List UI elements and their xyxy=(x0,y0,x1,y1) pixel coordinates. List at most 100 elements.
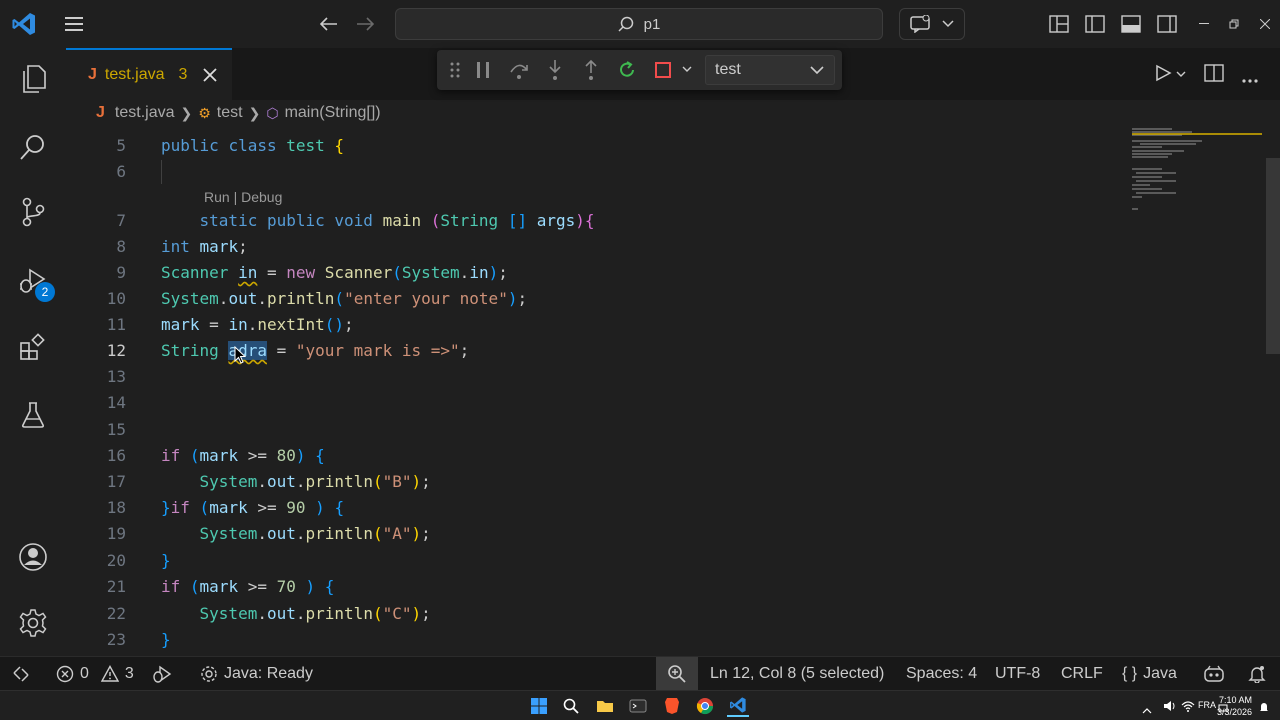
chrome-browser-icon[interactable] xyxy=(694,695,716,717)
stop-icon[interactable] xyxy=(651,58,675,82)
chevron-up-icon[interactable] xyxy=(1142,701,1152,719)
manage-gear-icon[interactable] xyxy=(14,604,52,642)
terminal-app-icon[interactable] xyxy=(627,695,649,717)
toggle-panel-icon[interactable] xyxy=(1120,13,1142,35)
line-number: 20 xyxy=(106,551,126,570)
forward-arrow-icon[interactable] xyxy=(353,12,377,36)
run-dropdown-chevron-icon[interactable] xyxy=(1176,66,1186,84)
clock-time: 7:10 AM xyxy=(1218,695,1252,705)
line-number: 16 xyxy=(106,446,126,465)
code-line-23: } xyxy=(161,630,171,649)
notifications-bell-icon[interactable] xyxy=(1248,657,1266,691)
minimap-line xyxy=(1132,176,1162,178)
explorer-icon[interactable] xyxy=(14,60,52,98)
stop-dropdown-chevron-icon[interactable] xyxy=(675,58,699,82)
taskbar-search-icon[interactable] xyxy=(560,695,582,717)
toggle-secondary-sidebar-icon[interactable] xyxy=(1156,13,1178,35)
line-number: 11 xyxy=(106,315,126,334)
tab-test-java[interactable]: J test.java 3 xyxy=(66,48,232,100)
line-number: 22 xyxy=(106,604,126,623)
close-tab-icon[interactable] xyxy=(203,68,218,82)
debug-console-icon[interactable] xyxy=(152,657,172,691)
line-number: 15 xyxy=(106,420,126,439)
more-actions-icon[interactable] xyxy=(1242,70,1258,88)
line-number: 23 xyxy=(106,630,126,649)
java-status[interactable]: Java: Ready xyxy=(200,657,313,691)
minimap-line xyxy=(1140,143,1196,145)
drag-handle-icon[interactable] xyxy=(443,58,467,82)
minimap-line xyxy=(1132,146,1162,148)
minimap[interactable] xyxy=(1132,128,1262,228)
line-endings[interactable]: CRLF xyxy=(1061,657,1103,691)
copilot-icon[interactable] xyxy=(1203,657,1225,691)
system-clock[interactable]: 7:10 AM 3/3/2026 xyxy=(1217,694,1252,718)
testing-flask-icon[interactable] xyxy=(14,396,52,434)
code-line-22: System.out.println("C"); xyxy=(199,604,431,623)
cursor-position[interactable]: Ln 12, Col 8 (5 selected) xyxy=(710,657,884,691)
volume-icon[interactable] xyxy=(1163,699,1177,717)
step-over-icon[interactable] xyxy=(507,58,531,82)
code-editor[interactable]: 5 6 7 8 9 10 11 12 13 14 15 16 17 18 19 20 21 22 23 public… xyxy=(66,128,1280,656)
breadcrumb-class[interactable]: test xyxy=(217,104,243,122)
chevron-right-icon: ❯ xyxy=(248,104,261,121)
pause-icon[interactable] xyxy=(471,58,495,82)
source-control-icon[interactable] xyxy=(14,193,52,231)
minimize-icon[interactable] xyxy=(1194,14,1214,34)
close-window-icon[interactable] xyxy=(1255,14,1275,34)
indentation[interactable]: Spaces: 4 xyxy=(906,657,977,691)
command-center-search[interactable]: p1 xyxy=(395,8,883,40)
line-number: 21 xyxy=(106,577,126,596)
restart-icon[interactable] xyxy=(615,58,639,82)
customize-layout-icon[interactable] xyxy=(1048,13,1070,35)
tab-problems-count: 3 xyxy=(178,66,188,83)
braces-icon: { } xyxy=(1122,665,1138,682)
step-into-icon[interactable] xyxy=(543,58,567,82)
vertical-scrollbar[interactable] xyxy=(1266,158,1280,354)
run-debug-badge: 2 xyxy=(35,282,55,302)
codelens-run-debug[interactable]: Run | Debug xyxy=(204,184,282,210)
java-status-text: Java: Ready xyxy=(224,665,313,682)
run-java-icon[interactable] xyxy=(1154,64,1172,87)
breadcrumb-method[interactable]: main(String[]) xyxy=(285,104,381,122)
menu-icon[interactable] xyxy=(62,12,86,36)
vscode-taskbar-icon[interactable] xyxy=(727,695,749,717)
line-number: 12 xyxy=(106,341,126,360)
minimap-line xyxy=(1132,128,1172,130)
problems-status[interactable]: 0 3 xyxy=(56,657,134,691)
line-number: 8 xyxy=(116,237,126,256)
restore-icon[interactable] xyxy=(1224,14,1244,34)
file-explorer-icon[interactable] xyxy=(594,695,616,717)
code-line-21: if (mark >= 70 ) { xyxy=(161,577,335,596)
accounts-icon[interactable] xyxy=(14,538,52,576)
windows-start-icon[interactable] xyxy=(528,695,550,717)
error-icon xyxy=(56,665,74,683)
input-language[interactable]: FRA xyxy=(1198,700,1216,710)
language-mode[interactable]: { } Java xyxy=(1122,657,1177,691)
search-text: p1 xyxy=(643,15,661,33)
code-line-9: Scanner in = new Scanner(System.in); xyxy=(161,263,508,282)
wifi-icon[interactable] xyxy=(1181,699,1195,717)
toggle-primary-sidebar-icon[interactable] xyxy=(1084,13,1106,35)
debug-session-select[interactable]: test xyxy=(705,55,835,85)
breadcrumb-file[interactable]: test.java xyxy=(115,104,175,122)
copilot-chat-button[interactable] xyxy=(899,8,965,40)
encoding[interactable]: UTF-8 xyxy=(995,657,1040,691)
zoom-icon[interactable] xyxy=(656,657,698,691)
step-out-icon[interactable] xyxy=(579,58,603,82)
brave-browser-icon[interactable] xyxy=(661,695,683,717)
extensions-icon[interactable] xyxy=(14,328,52,366)
code-content[interactable]: public class test { Run | Debug static p… xyxy=(161,128,1161,656)
minimap-line xyxy=(1132,150,1184,152)
line-number: 7 xyxy=(116,211,126,230)
tab-filename: test.java xyxy=(104,66,165,83)
warning-count: 3 xyxy=(124,665,134,682)
remote-icon[interactable] xyxy=(12,657,30,691)
line-number: 18 xyxy=(106,498,126,517)
split-editor-icon[interactable] xyxy=(1204,64,1224,87)
notification-center-icon[interactable] xyxy=(1258,700,1270,718)
back-arrow-icon[interactable] xyxy=(317,12,341,36)
code-line-17: System.out.println("B"); xyxy=(199,472,431,491)
search-icon[interactable] xyxy=(14,128,52,166)
search-icon xyxy=(618,16,633,32)
code-line-11: mark = in.nextInt(); xyxy=(161,315,354,334)
